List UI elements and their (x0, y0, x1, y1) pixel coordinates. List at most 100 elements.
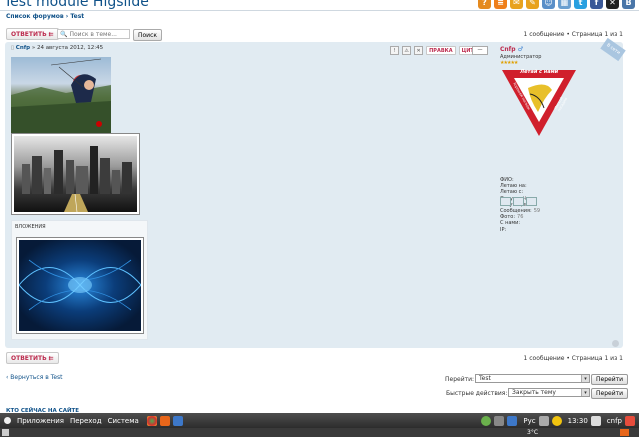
warn-icon[interactable]: ⚠ (402, 46, 412, 55)
profile-field: Сообщения: 59 (500, 208, 540, 214)
pm-icon[interactable] (513, 197, 524, 206)
firefox-icon[interactable] (159, 415, 170, 426)
chevron-down-icon: ▾ (581, 375, 589, 382)
email-icon[interactable] (526, 197, 537, 206)
quick-go-button[interactable]: Перейти (591, 388, 628, 399)
weather-temperature: 3°C (527, 429, 539, 436)
trash-icon[interactable] (620, 429, 629, 436)
profile-field: Фото: 76 (500, 214, 523, 220)
post: ▯ Cnfp » 24 августа 2012, 12:45 ! ⚠ ✕ ПР… (5, 37, 626, 348)
chrome-icon[interactable] (146, 415, 157, 426)
quick-actions-label: Быстрые действия: (446, 390, 508, 397)
jump-select[interactable]: Test ▾ (475, 374, 590, 383)
post-author[interactable]: Cnfp (16, 45, 30, 51)
user-name[interactable]: cnfp (607, 417, 622, 425)
jump-select-value: Test (479, 375, 491, 382)
profile-field: Летаю на: (500, 183, 529, 189)
twitter-icon[interactable]: t (574, 0, 587, 9)
gender-male-icon: ♂ (517, 46, 524, 53)
online-status-badge: В сети (600, 37, 626, 62)
mail-icon[interactable] (590, 415, 601, 426)
update-icon[interactable] (481, 415, 492, 426)
reply-arrow-icon: ⇇ (48, 30, 54, 38)
attachment-image-frame[interactable] (16, 237, 144, 334)
post-icon: ▯ (11, 45, 15, 51)
bluetooth-icon[interactable] (507, 415, 518, 426)
faq-icon[interactable]: ✉ (510, 0, 523, 9)
site-title[interactable]: Test module Higslide (4, 0, 149, 10)
profile-field-label: Летаю на: (500, 183, 527, 190)
contact-icons (500, 197, 537, 206)
shutdown-icon[interactable] (625, 415, 635, 426)
reply-button[interactable]: ОТВЕТИТЬ ⇇ (6, 28, 59, 40)
network-icon[interactable] (494, 415, 505, 426)
profile-field-label: Летаю с: (500, 189, 524, 196)
search-input[interactable] (69, 30, 130, 38)
post-meta: ▯ Cnfp » 24 августа 2012, 12:45 (11, 45, 103, 51)
header-icons: ? ≡ ✉ ✎ ☺ ▦ t f ✕ B (478, 0, 635, 9)
menu-applications[interactable]: Приложения (17, 417, 64, 425)
avatar-text-top: Летай с нами (520, 69, 559, 75)
city-photo-frame[interactable] (11, 133, 140, 215)
vk-icon[interactable]: B (622, 0, 635, 9)
profile-field-label: С нами: (500, 220, 521, 227)
jump-label: Перейти: (445, 376, 475, 383)
reply-button-label: ОТВЕТИТЬ (11, 30, 47, 38)
reply-button-bottom-label: ОТВЕТИТЬ (11, 354, 47, 362)
avatar: Летай с нами Хорошей погоды Мягкой посад… (500, 68, 578, 138)
breadcrumb-current[interactable]: Test (70, 13, 84, 20)
search-icon: 🔍 (60, 30, 68, 38)
facebook-icon[interactable]: f (590, 0, 603, 9)
bookmark-icon[interactable]: ✎ (526, 0, 539, 9)
profile-field-value: 76 (517, 214, 524, 221)
city-photo (14, 136, 137, 212)
breadcrumb-home[interactable]: Список форумов (6, 13, 64, 20)
breadcrumb: Список форумов › Test (6, 13, 84, 20)
jump-go-button[interactable]: Перейти (591, 374, 628, 385)
paragliding-photo[interactable] (11, 57, 111, 133)
collapse-icon[interactable]: — (472, 46, 488, 55)
help-icon[interactable]: ? (478, 0, 491, 9)
battery-icon[interactable] (551, 415, 562, 426)
post-profile: Cnfp ♂ Администратор ★★★★★ В сети Летай … (500, 37, 626, 233)
show-desktop-icon[interactable] (2, 429, 9, 436)
members-icon[interactable]: ☺ (542, 0, 555, 9)
delete-icon[interactable]: ✕ (414, 46, 424, 55)
volume-icon[interactable] (538, 415, 549, 426)
pagination-bottom[interactable]: 1 сообщение • Страница 1 из 1 (524, 355, 623, 362)
back-to-top-icon[interactable] (612, 340, 619, 347)
profile-field-label: Сообщения: (500, 208, 532, 214)
keyboard-layout[interactable]: Рус (523, 417, 535, 425)
profile-field: С нами: (500, 220, 522, 226)
skype-icon[interactable] (172, 415, 183, 426)
calendar-icon[interactable]: ▦ (558, 0, 571, 9)
profile-field: ФИО: (500, 177, 516, 183)
profile-field: IP: (500, 227, 508, 233)
pagination-top[interactable]: 1 сообщение • Страница 1 из 1 (524, 31, 623, 38)
profile-card-icon[interactable] (500, 197, 511, 206)
taskbar-bottom: 3°C (0, 428, 639, 437)
attachments-title: ВЛОЖЕНИЯ (15, 224, 46, 230)
ubuntu-logo-icon[interactable] (4, 417, 11, 424)
report-icon[interactable]: ! (390, 46, 400, 55)
back-to-forum-link[interactable]: ‹ Вернуться в Test (6, 374, 63, 381)
post-date: » 24 августа 2012, 12:45 (31, 45, 104, 51)
reply-button-bottom[interactable]: ОТВЕТИТЬ ⇇ (6, 352, 59, 364)
profile-field: Летаю с: (500, 189, 525, 195)
search-input-box[interactable]: 🔍 (57, 29, 130, 39)
rss-icon[interactable]: ≡ (494, 0, 507, 9)
x-icon[interactable]: ✕ (606, 0, 619, 9)
profile-username[interactable]: Cnfp ♂ (500, 46, 523, 53)
chevron-down-icon: ▾ (581, 389, 589, 396)
profile-field-label: IP: (500, 226, 507, 233)
profile-field-label: ФИО: (500, 177, 514, 183)
search-button[interactable]: Поиск (133, 29, 163, 41)
edit-button[interactable]: ПРАВКА (426, 46, 456, 55)
menu-system[interactable]: Система (108, 417, 139, 425)
quick-actions-select[interactable]: Закрыть тему ▾ (508, 388, 590, 397)
profile-username-text: Cnfp (500, 46, 516, 53)
header-divider (0, 10, 639, 11)
profile-field-value: 59 (533, 208, 541, 214)
clock[interactable]: 13:30 (568, 417, 588, 425)
menu-places[interactable]: Переход (70, 417, 102, 425)
